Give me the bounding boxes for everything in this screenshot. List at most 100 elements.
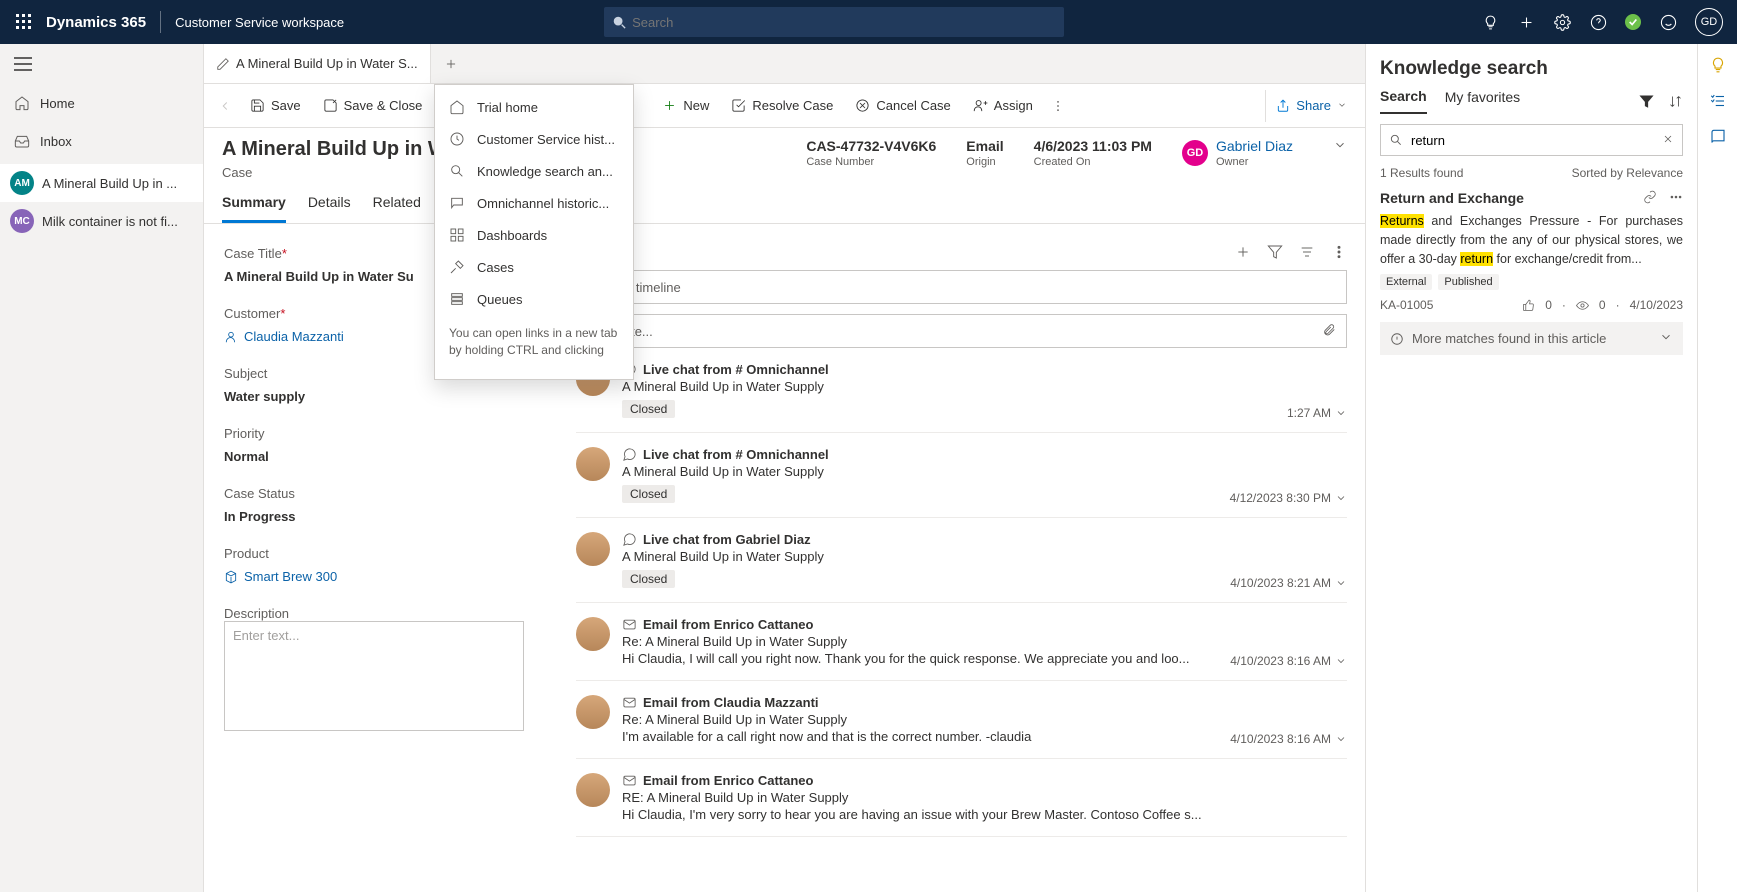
ks-clear-icon[interactable]: [1662, 133, 1674, 148]
val-status[interactable]: In Progress: [224, 509, 524, 524]
save-close-button[interactable]: Save & Close: [313, 90, 433, 122]
val-product[interactable]: Smart Brew 300: [224, 569, 524, 584]
nav-home-label: Home: [40, 96, 75, 111]
timeline-item-time: 4/12/2023 8:30 PM: [1230, 491, 1347, 505]
timeline-avatar: [576, 617, 610, 651]
description-input[interactable]: Enter text...: [224, 621, 524, 731]
timeline-item-title: Live chat from # Omnichannel: [622, 447, 1347, 462]
tab-current[interactable]: A Mineral Build Up in Water S...: [204, 44, 431, 83]
val-priority[interactable]: Normal: [224, 449, 524, 464]
new-tab-button[interactable]: [431, 44, 471, 83]
rail-book-icon[interactable]: [1709, 128, 1727, 146]
app-launcher-icon[interactable]: [8, 6, 40, 38]
nt-dashboards[interactable]: Dashboards: [435, 219, 633, 251]
timeline-item-title: Email from Enrico Cattaneo: [622, 617, 1347, 632]
rail-lightbulb-icon[interactable]: [1709, 56, 1727, 74]
timeline-sort-icon[interactable]: [1299, 244, 1315, 260]
timeline-item-time: 4/10/2023 8:21 AM: [1230, 576, 1347, 590]
global-search-input[interactable]: [632, 15, 1056, 30]
new-tab-menu: Trial home Customer Service hist... Know…: [434, 84, 634, 380]
ks-search-box[interactable]: [1380, 124, 1683, 156]
nt-knowledge[interactable]: Knowledge search an...: [435, 155, 633, 187]
record-header: A Mineral Build Up in W... Case CAS-4773…: [204, 128, 1365, 180]
timeline-add-icon[interactable]: [1235, 244, 1251, 260]
nt-queues[interactable]: Queues: [435, 283, 633, 315]
val-subject[interactable]: Water supply: [224, 389, 524, 404]
workspace-name[interactable]: Customer Service workspace: [175, 15, 344, 30]
app-header: Dynamics 365 Customer Service workspace …: [0, 0, 1737, 44]
user-avatar[interactable]: GD: [1695, 8, 1723, 36]
pivot-details[interactable]: Details: [308, 194, 351, 223]
timeline-item[interactable]: Email from Enrico Cattaneo RE: A Mineral…: [576, 759, 1347, 837]
ks-result-title: Return and Exchange: [1380, 190, 1524, 206]
nav-inbox[interactable]: Inbox: [0, 122, 203, 160]
hamburger-icon[interactable]: [0, 44, 203, 84]
paperclip-icon[interactable]: [1322, 323, 1336, 340]
resolve-button[interactable]: Resolve Case: [721, 90, 843, 122]
timeline-more-icon[interactable]: [1331, 244, 1347, 260]
session-item[interactable]: AMA Mineral Build Up in ...: [0, 164, 203, 202]
divider: [160, 11, 161, 33]
ks-more-icon[interactable]: [1669, 190, 1683, 204]
lightbulb-icon[interactable]: [1481, 13, 1499, 31]
chevron-down-icon[interactable]: [1333, 138, 1347, 155]
nt-cases[interactable]: Cases: [435, 251, 633, 283]
assign-button[interactable]: Assign: [963, 90, 1043, 122]
ks-tab-search[interactable]: Search: [1380, 88, 1427, 114]
timeline-search[interactable]: arch timeline: [576, 270, 1347, 304]
timeline-item[interactable]: Email from Claudia Mazzanti Re: A Minera…: [576, 681, 1347, 759]
pivot-summary[interactable]: Summary: [222, 194, 286, 223]
ks-link-icon[interactable]: [1643, 190, 1657, 204]
cancel-case-button[interactable]: Cancel Case: [845, 90, 960, 122]
entity-name: Case: [222, 165, 462, 180]
ks-sort-icon[interactable]: [1668, 94, 1683, 109]
timeline-item[interactable]: Live chat from # Omnichannel A Mineral B…: [576, 433, 1347, 518]
lbl-case-title: Case Title*: [224, 246, 287, 261]
help-icon[interactable]: [1589, 13, 1607, 31]
status-badge: Closed: [622, 485, 675, 503]
timeline-item[interactable]: Live chat from # Omnichannel A Mineral B…: [576, 348, 1347, 433]
ks-more-matches[interactable]: More matches found in this article: [1380, 322, 1683, 355]
ks-search-input[interactable]: [1411, 133, 1654, 148]
session-badge: MC: [10, 209, 34, 233]
timeline-item[interactable]: Email from Enrico Cattaneo Re: A Mineral…: [576, 603, 1347, 681]
timeline-note-input[interactable]: ter a note...: [576, 314, 1347, 348]
knowledge-pane: Knowledge search Search My favorites 1 R…: [1365, 44, 1697, 892]
timeline-filter-icon[interactable]: [1267, 244, 1283, 260]
new-button[interactable]: New: [652, 90, 719, 122]
hdr-owner[interactable]: GD Gabriel DiazOwner: [1182, 138, 1293, 168]
timeline-item[interactable]: Live chat from Gabriel Diaz A Mineral Bu…: [576, 518, 1347, 603]
smile-icon[interactable]: [1659, 13, 1677, 31]
thumbs-up-icon[interactable]: [1522, 299, 1535, 312]
timeline-avatar: [576, 695, 610, 729]
pivot-related[interactable]: Related: [373, 194, 421, 223]
nt-cust-history[interactable]: Customer Service hist...: [435, 123, 633, 155]
tab-strip: A Mineral Build Up in Water S...: [204, 44, 1365, 84]
ks-tab-favorites[interactable]: My favorites: [1445, 89, 1520, 113]
nav-inbox-label: Inbox: [40, 134, 72, 149]
plus-icon[interactable]: [1517, 13, 1535, 31]
nt-omnichannel[interactable]: Omnichannel historic...: [435, 187, 633, 219]
ks-result[interactable]: Return and Exchange Returns and Exchange…: [1366, 184, 1697, 312]
brand-label[interactable]: Dynamics 365: [46, 14, 146, 31]
gear-icon[interactable]: [1553, 13, 1571, 31]
form-pivot: Summary Details Related: [204, 180, 1365, 224]
save-button[interactable]: Save: [240, 90, 311, 122]
right-rail: [1697, 44, 1737, 892]
ks-filter-icon[interactable]: [1639, 94, 1654, 109]
nav-home[interactable]: Home: [0, 84, 203, 122]
timeline-item-subject: A Mineral Build Up in Water Supply: [622, 464, 1347, 479]
back-icon[interactable]: [212, 93, 238, 119]
presence-icon[interactable]: [1625, 14, 1641, 30]
timeline-item-subject: Re: A Mineral Build Up in Water Supply: [622, 712, 1347, 727]
session-item[interactable]: MCMilk container is not fi...: [0, 202, 203, 240]
rail-checklist-icon[interactable]: [1709, 92, 1727, 110]
ks-id: KA-01005: [1380, 298, 1433, 312]
ks-tag: External: [1380, 274, 1432, 290]
hdr-created: 4/6/2023 11:03 PMCreated On: [1034, 138, 1152, 168]
nt-trial-home[interactable]: Trial home: [435, 91, 633, 123]
hdr-origin: EmailOrigin: [966, 138, 1003, 168]
overflow-icon[interactable]: [1045, 99, 1071, 113]
share-button[interactable]: Share: [1265, 90, 1357, 122]
global-search[interactable]: [604, 7, 1064, 37]
